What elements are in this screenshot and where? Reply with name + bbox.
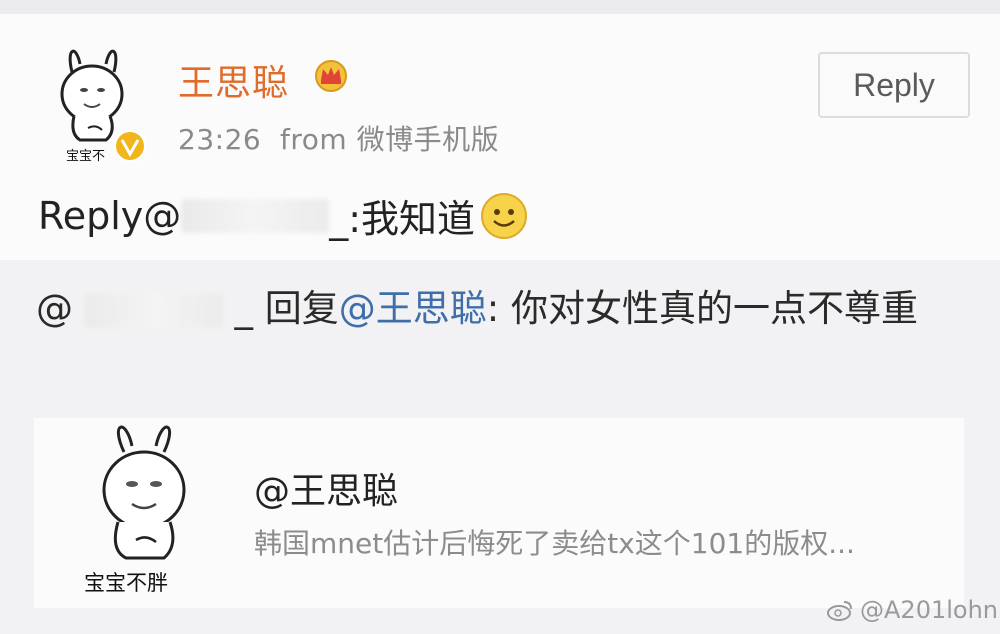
post-meta: 23:26 from 微博手机版 bbox=[178, 118, 499, 158]
redacted-commenter bbox=[84, 293, 223, 328]
top-band bbox=[0, 0, 1000, 14]
watermark: @A201lohn bbox=[826, 596, 998, 624]
card-avatar-caption: 宝宝不胖 bbox=[84, 571, 168, 595]
comment-prefix: @ bbox=[36, 287, 73, 330]
timestamp: 23:26 bbox=[178, 123, 262, 156]
smile-emoji-icon bbox=[481, 192, 528, 239]
reply-body: _:我知道 bbox=[329, 197, 476, 241]
reply-prefix: Reply@ bbox=[38, 193, 182, 238]
card-title: @王思聪 bbox=[254, 471, 399, 512]
avatar[interactable]: 宝宝不 bbox=[44, 44, 148, 164]
comment-body: : 你对女性真的一点不尊重 bbox=[486, 287, 919, 330]
post-source: from 微博手机版 bbox=[280, 123, 500, 156]
reply-button[interactable]: Reply bbox=[818, 52, 970, 118]
username[interactable]: 王思聪 bbox=[178, 54, 289, 106]
mention-link[interactable]: @王思聪 bbox=[339, 287, 487, 330]
card-description: 韩国mnet估计后悔死了卖给tx这个101的版权... bbox=[254, 527, 855, 560]
redacted-username bbox=[181, 198, 330, 233]
verified-badge-icon bbox=[114, 130, 146, 162]
crown-icon bbox=[315, 60, 347, 92]
watermark-text: @A201lohn bbox=[860, 596, 998, 624]
weibo-logo-icon bbox=[827, 601, 852, 621]
comment-action: _ 回复 bbox=[234, 287, 339, 330]
original-comment-text: @ _ 回复@王思聪: 你对女性真的一点不尊重 bbox=[36, 282, 966, 336]
quote-card[interactable]: 宝宝不胖 @王思聪 韩国mnet估计后悔死了卖给tx这个101的版权... bbox=[34, 418, 964, 608]
reply-message: Reply@ _:我知道 bbox=[38, 188, 529, 243]
card-avatar: 宝宝不胖 bbox=[84, 425, 186, 595]
avatar-caption: 宝宝不 bbox=[66, 149, 105, 164]
